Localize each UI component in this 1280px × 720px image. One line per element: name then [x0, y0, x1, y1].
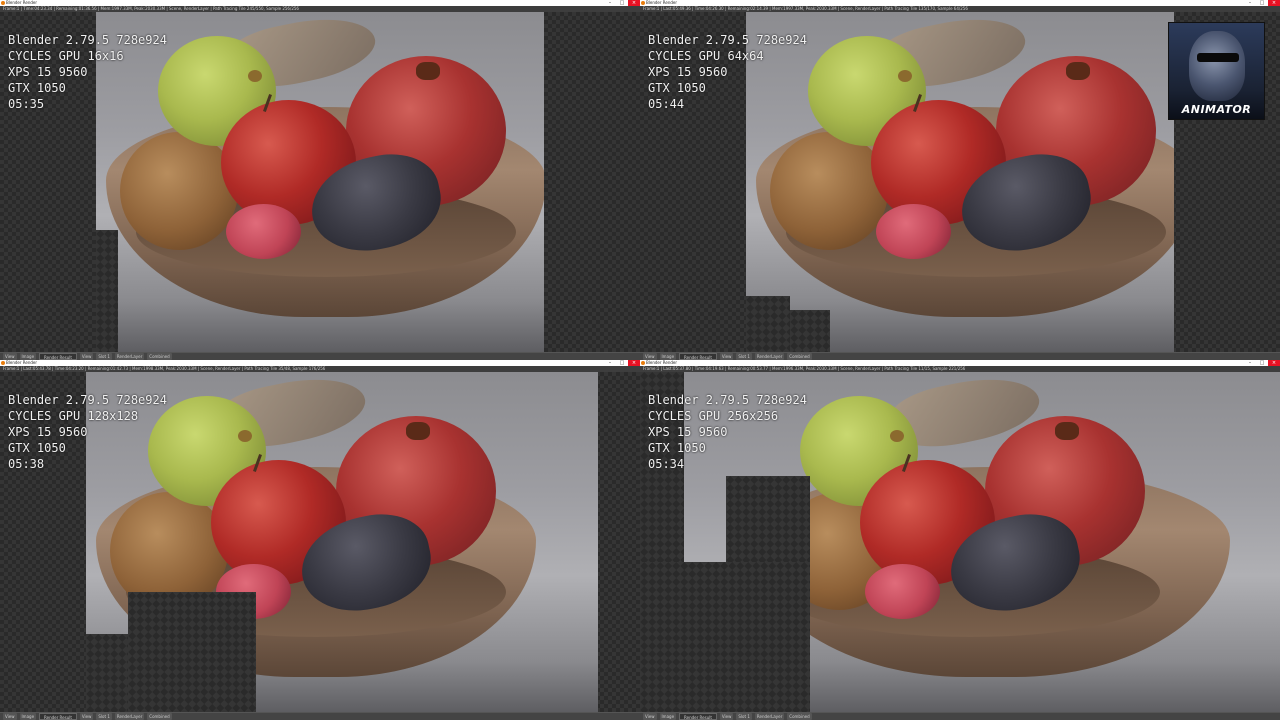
window-title: Blender Render	[646, 0, 678, 5]
overlay-version: Blender 2.79.5 728e924	[8, 393, 167, 407]
view-button[interactable]: View	[79, 713, 94, 720]
lychee	[226, 204, 301, 259]
overlay-time: 05:44	[648, 97, 685, 111]
lychee	[876, 204, 951, 259]
blender-logo-icon	[1, 361, 5, 365]
overlay-machine: XPS 15 9560	[8, 65, 88, 79]
overlay-time: 05:34	[648, 457, 685, 471]
channel-logo: ANIMATOR	[1168, 22, 1265, 120]
image-menu[interactable]: Image	[659, 353, 677, 360]
window-title: Blender Render	[646, 360, 678, 365]
overlay-version: Blender 2.79.5 728e924	[648, 393, 807, 407]
slot-selector[interactable]: Slot 1	[96, 353, 112, 360]
image-viewport[interactable]: Blender 2.79.5 728e924 CYCLES GPU 128x12…	[0, 372, 640, 712]
window-title: Blender Render	[6, 0, 38, 5]
overlay-tile-size: CYCLES GPU 64x64	[648, 49, 764, 63]
image-selector[interactable]: Render Result	[679, 713, 717, 720]
render-window-256x256: Blender Render – □ × Frame:1 | Last:05:3…	[640, 360, 1280, 720]
image-menu[interactable]: Image	[19, 713, 37, 720]
image-viewport[interactable]: Blender 2.79.5 728e924 CYCLES GPU 16x16 …	[0, 12, 640, 352]
overlay-time: 05:38	[8, 457, 45, 471]
render-info-overlay: Blender 2.79.5 728e924 CYCLES GPU 256x25…	[648, 392, 807, 472]
image-editor-header: View Image Render Result View Slot 1 Ren…	[640, 352, 1280, 360]
blender-logo-icon	[641, 1, 645, 5]
lychee	[865, 564, 940, 619]
sunglasses-icon	[1197, 53, 1239, 62]
unrendered-tile	[96, 230, 118, 352]
image-menu[interactable]: Image	[659, 713, 677, 720]
logo-portrait	[1189, 31, 1245, 101]
layer-selector[interactable]: RenderLayer	[754, 713, 785, 720]
render-info-overlay: Blender 2.79.5 728e924 CYCLES GPU 16x16 …	[8, 32, 167, 112]
unrendered-tile	[86, 634, 128, 712]
image-selector[interactable]: Render Result	[39, 353, 77, 360]
slot-selector[interactable]: Slot 1	[736, 353, 752, 360]
pass-selector[interactable]: Combined	[787, 713, 812, 720]
pass-selector[interactable]: Combined	[147, 353, 172, 360]
image-editor-header: View Image Render Result View Slot 1 Ren…	[0, 352, 640, 360]
overlay-gpu: GTX 1050	[8, 441, 66, 455]
view-button[interactable]: View	[719, 353, 734, 360]
unrendered-tile	[128, 592, 256, 712]
pass-selector[interactable]: Combined	[787, 353, 812, 360]
unrendered-tile	[640, 562, 810, 712]
slot-selector[interactable]: Slot 1	[96, 713, 112, 720]
render-window-16x16: Blender Render – □ × Frame:1 | Time:04:2…	[0, 0, 640, 360]
window-title: Blender Render	[6, 360, 38, 365]
overlay-time: 05:35	[8, 97, 45, 111]
overlay-tile-size: CYCLES GPU 128x128	[8, 409, 139, 423]
view-menu[interactable]: View	[643, 353, 657, 360]
image-editor-header: View Image Render Result View Slot 1 Ren…	[0, 712, 640, 720]
overlay-gpu: GTX 1050	[648, 441, 706, 455]
render-window-128x128: Blender Render – □ × Frame:1 | Last:05:4…	[0, 360, 640, 720]
blender-logo-icon	[1, 1, 5, 5]
overlay-version: Blender 2.79.5 728e924	[8, 33, 167, 47]
view-menu[interactable]: View	[3, 713, 17, 720]
render-result-image	[746, 12, 1174, 352]
layer-selector[interactable]: RenderLayer	[754, 353, 785, 360]
overlay-machine: XPS 15 9560	[648, 425, 728, 439]
overlay-gpu: GTX 1050	[8, 81, 66, 95]
view-button[interactable]: View	[719, 713, 734, 720]
overlay-gpu: GTX 1050	[648, 81, 706, 95]
image-selector[interactable]: Render Result	[39, 713, 77, 720]
image-viewport[interactable]: Blender 2.79.5 728e924 CYCLES GPU 256x25…	[640, 372, 1280, 712]
kiwi	[770, 132, 888, 250]
blender-logo-icon	[641, 361, 645, 365]
view-menu[interactable]: View	[3, 353, 17, 360]
logo-text: ANIMATOR	[1181, 103, 1252, 116]
unrendered-tile	[726, 476, 810, 562]
overlay-version: Blender 2.79.5 728e924	[648, 33, 807, 47]
overlay-tile-size: CYCLES GPU 256x256	[648, 409, 779, 423]
layer-selector[interactable]: RenderLayer	[114, 353, 145, 360]
layer-selector[interactable]: RenderLayer	[114, 713, 145, 720]
image-editor-header: View Image Render Result View Slot 1 Ren…	[640, 712, 1280, 720]
unrendered-tile	[746, 296, 790, 352]
overlay-machine: XPS 15 9560	[8, 425, 88, 439]
unrendered-tile	[790, 310, 830, 352]
slot-selector[interactable]: Slot 1	[736, 713, 752, 720]
view-button[interactable]: View	[79, 353, 94, 360]
pass-selector[interactable]: Combined	[147, 713, 172, 720]
render-info-overlay: Blender 2.79.5 728e924 CYCLES GPU 128x12…	[8, 392, 167, 472]
image-menu[interactable]: Image	[19, 353, 37, 360]
render-info-overlay: Blender 2.79.5 728e924 CYCLES GPU 64x64 …	[648, 32, 807, 112]
overlay-machine: XPS 15 9560	[648, 65, 728, 79]
image-selector[interactable]: Render Result	[679, 353, 717, 360]
kiwi	[120, 132, 238, 250]
overlay-tile-size: CYCLES GPU 16x16	[8, 49, 124, 63]
view-menu[interactable]: View	[643, 713, 657, 720]
